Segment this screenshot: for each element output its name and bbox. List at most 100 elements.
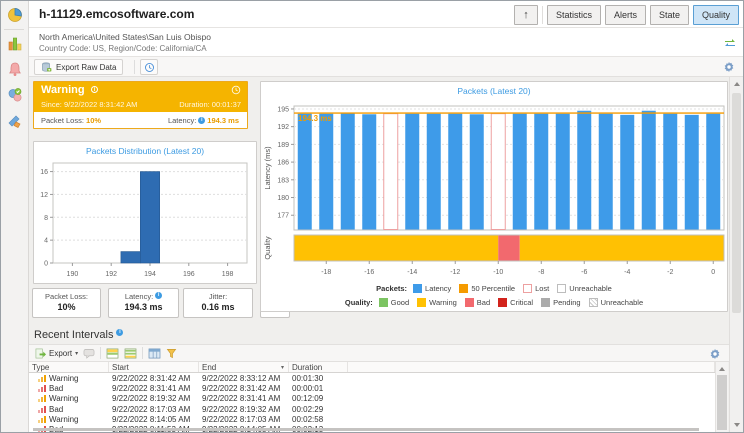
svg-text:194.3 ms: 194.3 ms [298, 114, 332, 123]
column-header-start[interactable]: Start [109, 362, 199, 372]
packets-legend-label: Packets: [376, 284, 407, 293]
table-scrollbar[interactable] [715, 362, 728, 432]
intervals-settings-gear-icon[interactable] [709, 348, 721, 360]
host-info-bar: North America\United States\San Luis Obi… [29, 28, 743, 57]
unreachable-hatch-swatch [589, 298, 598, 307]
svg-text:-6: -6 [581, 269, 587, 276]
state-icon[interactable] [7, 87, 23, 103]
intervals-export-button[interactable]: Export ▾ [35, 348, 78, 359]
legend-item-label: 50 Percentile [471, 284, 515, 293]
distribution-panel: Packets Distribution (Latest 20) 0481216… [33, 141, 257, 284]
main-scrollbar[interactable] [729, 77, 743, 432]
svg-text:186: 186 [277, 160, 289, 167]
warning-interval-icon [38, 375, 46, 382]
latency-swatch [413, 284, 422, 293]
title-bar: h-11129.emcosoftware.com ↑ Statistics Al… [29, 1, 743, 28]
row-view-icon[interactable] [106, 348, 119, 359]
page-title: h-11129.emcosoftware.com [39, 7, 194, 21]
table-cell: 9/22/2022 8:19:32 AM [199, 405, 289, 414]
interval-type-label: Warning [49, 374, 79, 383]
bad-interval-icon [38, 406, 46, 413]
status-clock-icon[interactable] [231, 85, 241, 95]
intervals-export-label: Export [49, 349, 72, 358]
bar-chart-icon[interactable] [7, 36, 23, 52]
column-chooser-icon[interactable] [148, 348, 161, 359]
legend-item: Pending [541, 298, 581, 307]
quality-legend: Quality: GoodWarningBadCriticalPendingUn… [261, 298, 727, 307]
svg-text:-2: -2 [667, 269, 673, 276]
svg-text:Latency (ms): Latency (ms) [263, 146, 272, 190]
collapse-up-button[interactable]: ↑ [514, 5, 538, 25]
grid-view-icon[interactable] [124, 348, 137, 359]
filter-funnel-icon[interactable] [166, 348, 177, 359]
export-raw-data-label: Export Raw Data [56, 63, 116, 72]
table-row[interactable]: Bad9/22/2022 8:31:41 AM9/22/2022 8:31:42… [29, 383, 715, 393]
distribution-chart: 0481216190192194196198 [34, 158, 258, 289]
export-dropdown-caret: ▾ [75, 350, 78, 357]
toolbar-separator [100, 347, 101, 359]
bad-swatch [465, 298, 474, 307]
table-cell: 00:00:01 [289, 384, 348, 393]
stat-box-jitter: Jitter: 0.16 ms [183, 288, 253, 318]
stat-box-packet-loss: Packet Loss: 10% [32, 288, 101, 318]
table-cell: 9/22/2022 8:17:03 AM [199, 415, 289, 424]
pie-chart-icon[interactable] [7, 7, 23, 23]
column-header-end[interactable]: End▾ [199, 362, 289, 372]
swap-arrows-icon[interactable] [724, 37, 736, 49]
table-scroll-thumb[interactable] [717, 375, 727, 430]
table-row[interactable]: Warning 9/22/2022 8:14:05 AM9/22/2022 8:1… [29, 414, 715, 424]
table-scroll-up-icon[interactable] [719, 367, 725, 371]
status-since: Since: 9/22/2022 8:31:42 AM [41, 100, 137, 109]
column-header-type[interactable]: Type [29, 362, 109, 372]
scroll-up-icon[interactable] [734, 82, 740, 86]
status-info-icon[interactable]: i [91, 86, 98, 93]
tab-state[interactable]: State [650, 5, 689, 25]
alerts-bell-icon[interactable] [7, 61, 23, 77]
legend-item: Unreachable [589, 298, 644, 307]
warning-interval-icon [38, 395, 46, 402]
toolbar-separator [134, 60, 135, 74]
export-raw-data-button[interactable]: Export Raw Data [34, 59, 123, 75]
latency-info-icon[interactable]: i [198, 117, 205, 124]
history-button[interactable] [140, 59, 158, 75]
svg-text:192: 192 [277, 124, 289, 131]
legend-item-label: Lost [535, 284, 549, 293]
scroll-thumb[interactable] [732, 93, 741, 313]
table-row[interactable]: Warning9/22/2022 8:31:42 AM9/22/2022 8:3… [29, 373, 715, 383]
svg-text:177: 177 [277, 213, 289, 220]
latency-stat-info-icon[interactable]: i [155, 292, 162, 299]
comment-icon[interactable] [83, 348, 95, 359]
recent-intervals-toolbar: Export ▾ [29, 344, 729, 362]
tab-alerts[interactable]: Alerts [605, 5, 646, 25]
interval-type-label: Bad [49, 405, 63, 414]
settings-gear-icon[interactable] [723, 61, 735, 73]
table-cell: 9/22/2022 8:14:05 AM [109, 415, 199, 424]
stat-value: 10% [33, 302, 100, 312]
status-packet-loss: Packet Loss: 10% [41, 116, 101, 125]
interval-type-label: Warning [49, 415, 79, 424]
host-region-codes: Country Code: US, Region/Code: Californi… [39, 44, 207, 53]
scroll-down-icon[interactable] [734, 423, 740, 427]
tab-statistics[interactable]: Statistics [547, 5, 601, 25]
table-body: Warning9/22/2022 8:31:42 AM9/22/2022 8:3… [29, 373, 715, 432]
tab-quality[interactable]: Quality [693, 5, 739, 25]
svg-text:-12: -12 [450, 269, 460, 276]
table-row[interactable]: Bad9/22/2022 8:17:03 AM9/22/2022 8:19:32… [29, 404, 715, 414]
column-header-duration[interactable]: Duration [289, 362, 348, 372]
customize-brush-icon[interactable] [7, 113, 23, 129]
table-cell: 9/22/2022 8:31:42 AM [109, 374, 199, 383]
host-location-path: North America\United States\San Luis Obi… [39, 32, 211, 42]
stat-label: Latency: [125, 292, 153, 301]
status-duration: Duration: 00:01:37 [179, 100, 241, 109]
good-swatch [379, 298, 388, 307]
table-row[interactable]: Warning9/22/2022 8:19:32 AM9/22/2022 8:3… [29, 394, 715, 404]
recent-intervals-info-icon[interactable]: i [116, 329, 123, 336]
table-cell: Warning [29, 374, 109, 383]
svg-text:-10: -10 [493, 269, 503, 276]
table-cell: Bad [29, 384, 109, 393]
packets-legend: Packets: Latency50 PercentileLostUnreach… [261, 284, 727, 293]
toolbar-separator [142, 347, 143, 359]
svg-text:196: 196 [183, 271, 195, 278]
legend-item-label: Unreachable [601, 298, 644, 307]
packets-legend-items: Latency50 PercentileLostUnreachable [413, 284, 612, 293]
